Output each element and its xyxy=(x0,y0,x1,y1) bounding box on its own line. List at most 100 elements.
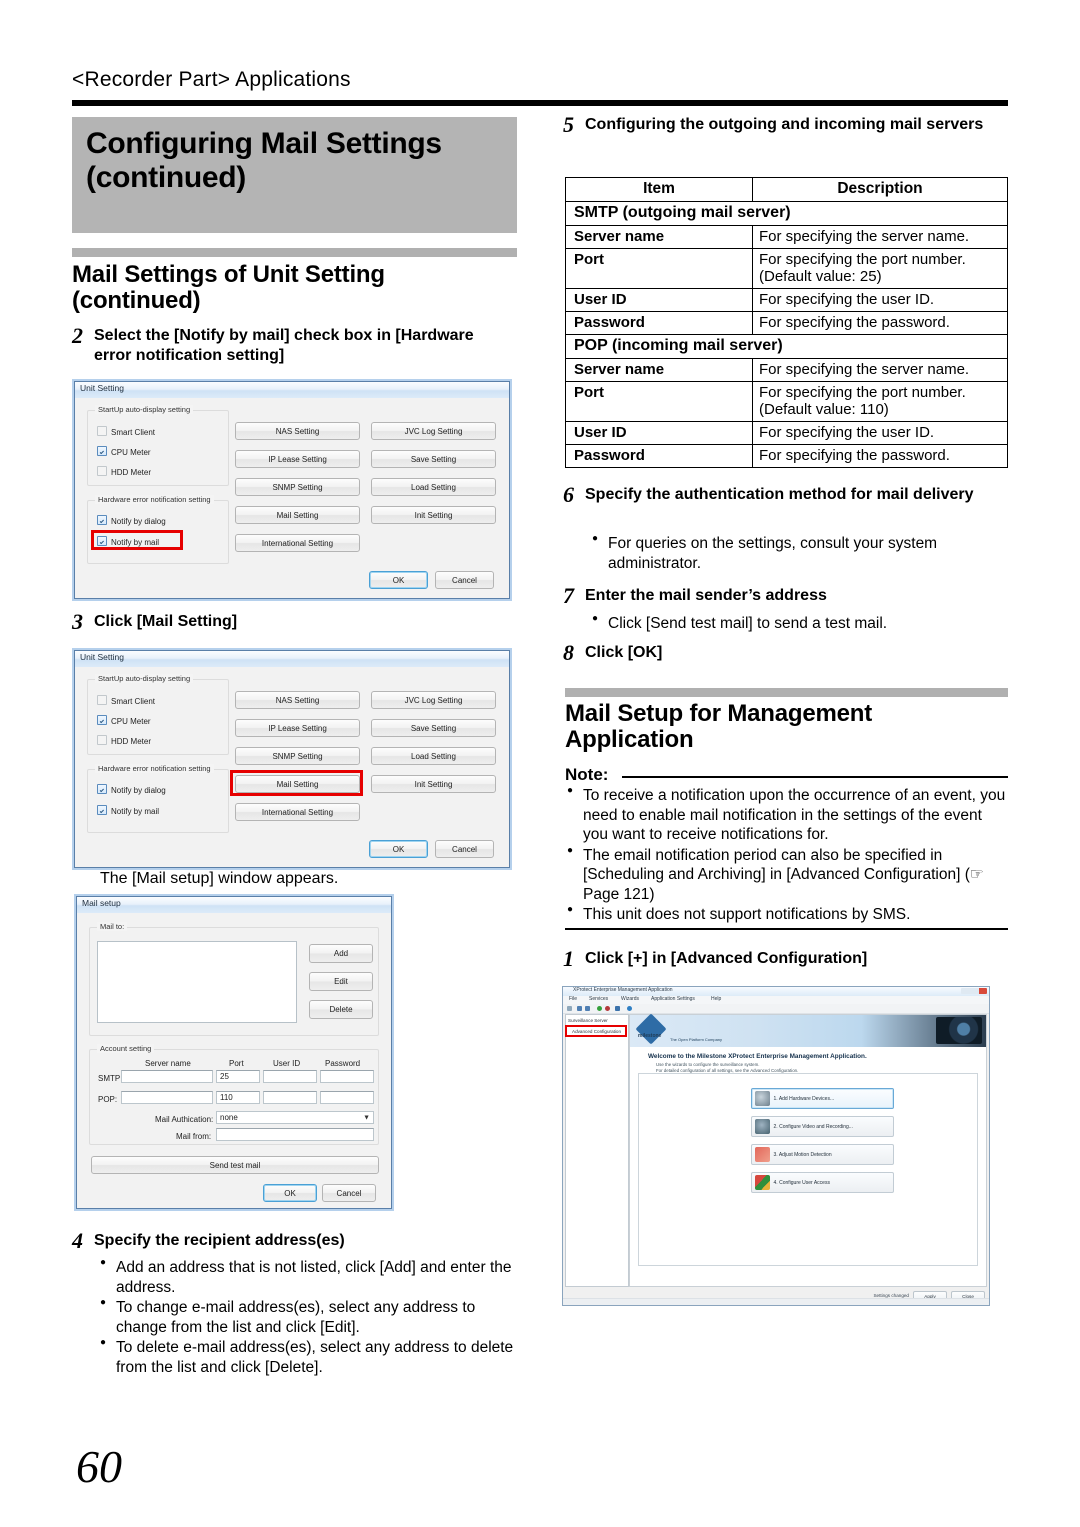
wizard-button-adjust-motion-detection[interactable]: 3. Adjust Motion Detection xyxy=(750,1144,895,1165)
smtp-server-input[interactable] xyxy=(121,1070,213,1083)
toolbar-icon-6[interactable] xyxy=(615,1006,620,1011)
mail-from-input[interactable] xyxy=(216,1128,374,1141)
add-button[interactable]: Add xyxy=(309,944,373,963)
checkbox-label: Notify by mail xyxy=(111,807,160,816)
titlebar: Mail setup xyxy=(77,897,391,914)
button-save-setting[interactable]: Save Setting xyxy=(371,719,496,737)
cancel-button[interactable]: Cancel xyxy=(435,840,494,858)
cancel-button[interactable]: Cancel xyxy=(322,1184,376,1202)
button-mail-setting[interactable]: Mail Setting xyxy=(235,506,360,524)
button-init-setting[interactable]: Init Setting xyxy=(371,506,496,524)
button-nas-setting[interactable]: NAS Setting xyxy=(235,422,360,440)
button-load-setting[interactable]: Load Setting xyxy=(371,478,496,496)
table-row: Server name For specifying the server na… xyxy=(565,225,1008,249)
button-ip-lease-setting[interactable]: IP Lease Setting xyxy=(235,719,360,737)
toolbar-icon-help[interactable] xyxy=(627,1006,632,1011)
titlebar: Unit Setting xyxy=(75,651,509,668)
manual-page: <Recorder Part> Applications Configuring… xyxy=(0,0,1080,1527)
checkbox-smart-client[interactable]: Smart Client xyxy=(97,695,155,706)
xprotect-management-window[interactable]: XProtect Enterprise Management Applicati… xyxy=(562,986,990,1306)
unit-setting-dialog-1[interactable]: Unit Setting StartUp auto-display settin… xyxy=(74,381,510,599)
wizard-button-add-hardware-devices[interactable]: 1. Add Hardware Devices... xyxy=(750,1088,895,1109)
toolbar-icon-3[interactable] xyxy=(585,1006,590,1011)
pop-port-input[interactable]: 110 xyxy=(216,1091,260,1104)
button-load-setting[interactable]: Load Setting xyxy=(371,747,496,765)
checkbox-box[interactable] xyxy=(97,695,107,705)
toolbar-icon-stop[interactable] xyxy=(605,1006,610,1011)
menu-application-settings[interactable]: Application Settings xyxy=(651,996,695,1002)
unit-setting-dialog-2[interactable]: Unit Setting StartUp auto-display settin… xyxy=(74,650,510,868)
item-password: Password xyxy=(565,311,753,335)
tree-item-surveillance-server[interactable]: Surveillance Server xyxy=(568,1018,608,1023)
checkbox-smart-client[interactable]: Smart Client xyxy=(97,426,155,437)
desc-password: For specifying the password. xyxy=(752,444,1008,468)
smtp-password-input[interactable] xyxy=(320,1070,374,1083)
checkbox-cpu-meter[interactable]: CPU Meter xyxy=(97,715,151,726)
checkbox-hdd-meter[interactable]: HDD Meter xyxy=(97,466,151,477)
smtp-port-input[interactable]: 25 xyxy=(216,1070,260,1083)
button-ip-lease-setting[interactable]: IP Lease Setting xyxy=(235,450,360,468)
checkbox-cpu-meter[interactable]: CPU Meter xyxy=(97,446,151,457)
ok-button[interactable]: OK xyxy=(369,840,428,858)
pop-userid-input[interactable] xyxy=(263,1091,317,1104)
checkbox-notify-by-dialog[interactable]: Notify by dialog xyxy=(97,515,166,526)
recipient-list[interactable] xyxy=(97,941,297,1023)
window-controls[interactable] xyxy=(961,988,987,994)
pop-label: POP: xyxy=(98,1095,118,1104)
toolbar[interactable] xyxy=(563,1004,989,1014)
note-rule xyxy=(622,776,1008,778)
button-save-setting[interactable]: Save Setting xyxy=(371,450,496,468)
button-international-setting[interactable]: International Setting xyxy=(235,534,360,552)
button-snmp-setting[interactable]: SNMP Setting xyxy=(235,478,360,496)
send-test-mail-button[interactable]: Send test mail xyxy=(91,1156,379,1174)
wizard-button-configure-video-recording[interactable]: 2. Configure Video and Recording... xyxy=(750,1116,895,1137)
menu-help[interactable]: Help xyxy=(711,996,721,1002)
step-2: 2 Select the [Notify by mail] check box … xyxy=(72,323,502,365)
navigation-tree[interactable]: Surveillance Server Advanced Configurati… xyxy=(565,1014,629,1287)
checkbox-box[interactable] xyxy=(97,446,107,456)
item-server-name: Server name xyxy=(565,225,753,249)
button-nas-setting[interactable]: NAS Setting xyxy=(235,691,360,709)
chapter-title-block: Configuring Mail Settings (continued) xyxy=(72,117,517,233)
checkbox-box[interactable] xyxy=(97,805,107,815)
button-jvc-log-setting[interactable]: JVC Log Setting xyxy=(371,422,496,440)
ok-button[interactable]: OK xyxy=(263,1184,317,1202)
step-2-number: 2 xyxy=(72,323,83,348)
button-snmp-setting[interactable]: SNMP Setting xyxy=(235,747,360,765)
checkbox-notify-by-mail[interactable]: Notify by mail xyxy=(97,805,159,816)
toolbar-icon-2[interactable] xyxy=(577,1006,582,1011)
checkbox-hdd-meter[interactable]: HDD Meter xyxy=(97,735,151,746)
mail-setup-dialog[interactable]: Mail setup Mail to: Add Edit Delete Acco… xyxy=(76,896,392,1209)
page-title: Configuring Mail Settings (continued) xyxy=(86,127,442,194)
ok-button[interactable]: OK xyxy=(369,571,428,589)
cancel-button[interactable]: Cancel xyxy=(435,571,494,589)
delete-button[interactable]: Delete xyxy=(309,1000,373,1019)
table-header-row: Item Description xyxy=(565,177,1008,202)
menu-file[interactable]: File xyxy=(569,996,577,1002)
checkbox-box[interactable] xyxy=(97,715,107,725)
edit-button[interactable]: Edit xyxy=(309,972,373,991)
checkbox-box[interactable] xyxy=(97,515,107,525)
smtp-userid-input[interactable] xyxy=(263,1070,317,1083)
milestone-banner: milestone The Open Platform Company xyxy=(630,1013,986,1047)
pop-server-input[interactable] xyxy=(121,1091,213,1104)
button-jvc-log-setting[interactable]: JVC Log Setting xyxy=(371,691,496,709)
menu-wizards[interactable]: Wizards xyxy=(621,996,639,1002)
step-6-text: Specify the authentication method for ma… xyxy=(585,486,974,503)
checkbox-box[interactable] xyxy=(97,784,107,794)
step-3: 3 Click [Mail Setting] xyxy=(72,609,502,634)
eye-graphic-icon xyxy=(936,1017,982,1044)
checkbox-box[interactable] xyxy=(97,466,107,476)
button-international-setting[interactable]: International Setting xyxy=(235,803,360,821)
toolbar-icon-1[interactable] xyxy=(567,1006,572,1011)
pop-password-input[interactable] xyxy=(320,1091,374,1104)
checkbox-box[interactable] xyxy=(97,735,107,745)
mail-authentication-select[interactable]: none ▼ xyxy=(216,1111,374,1124)
checkbox-notify-by-dialog[interactable]: Notify by dialog xyxy=(97,784,166,795)
checkbox-box[interactable] xyxy=(97,426,107,436)
bullet-item: Add an address that is not listed, click… xyxy=(100,1257,520,1297)
button-init-setting[interactable]: Init Setting xyxy=(371,775,496,793)
wizard-button-configure-user-access[interactable]: 4. Configure User Access xyxy=(750,1172,895,1193)
menu-services[interactable]: Services xyxy=(589,996,608,1002)
toolbar-icon-start[interactable] xyxy=(597,1006,602,1011)
